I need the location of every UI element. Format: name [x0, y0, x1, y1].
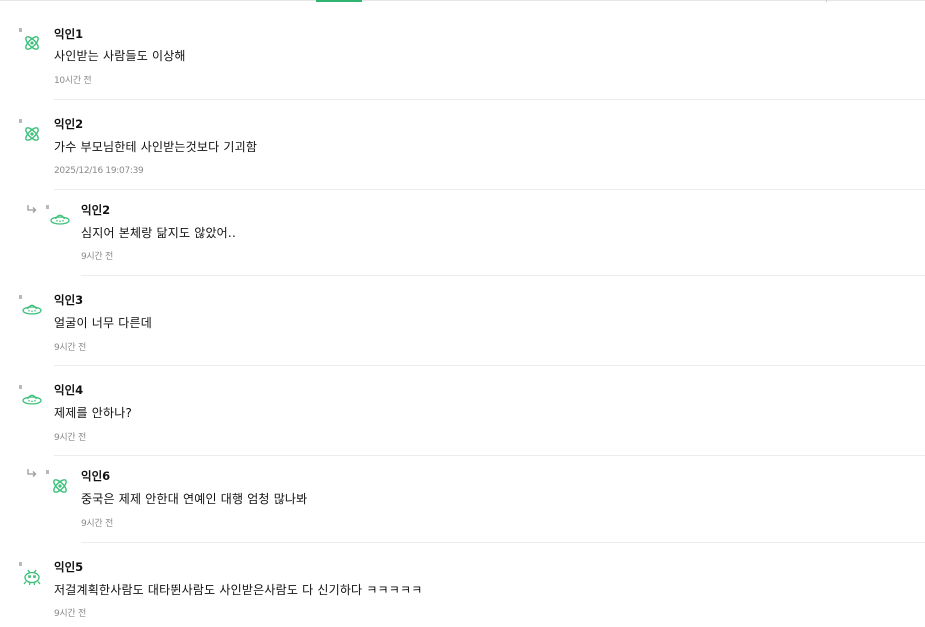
comment-text: 저걸계획한사람도 대타뛴사람도 사인받은사람도 다 신기하다 ㅋㅋㅋㅋㅋ: [54, 583, 423, 597]
comment-divider: [54, 99, 925, 100]
comment-text: 중국은 제제 안한대 연예인 대행 엄청 많나봐: [81, 492, 308, 506]
comment-time: 9시간 전: [54, 609, 86, 619]
comment-time: 9시간 전: [81, 519, 113, 529]
comment-text: 심지어 본체랑 닮지도 않았어..: [81, 226, 236, 240]
ufo-icon: [49, 208, 71, 230]
atom-icon: [21, 123, 43, 145]
reply-arrow-icon: [26, 468, 38, 478]
comment-divider: [81, 542, 925, 543]
comment-text: 가수 부모님한테 사인받는것보다 기괴함: [54, 140, 258, 154]
ufo-icon: [21, 298, 43, 320]
comment-text: 얼굴이 너무 다른데: [54, 316, 152, 330]
active-tab-indicator[interactable]: [316, 0, 362, 2]
comment-author[interactable]: 익인4: [54, 383, 83, 397]
comment-page: 익인1 사인받는 사람들도 이상해 10시간 전 익인2 가수 부모님한테 사인…: [0, 0, 925, 627]
comment-divider: [54, 365, 925, 366]
comment-author[interactable]: 익인5: [54, 560, 83, 574]
comment-author[interactable]: 익인2: [54, 117, 83, 131]
comment-time: 9시간 전: [81, 252, 113, 262]
comment-time: 9시간 전: [54, 343, 86, 353]
atom-icon: [49, 475, 71, 497]
comment-author[interactable]: 익인6: [81, 469, 110, 483]
top-border: [0, 0, 925, 1]
reply-arrow-icon: [26, 204, 38, 214]
comment-text: 제제를 안하나?: [54, 406, 133, 420]
comment-divider: [81, 275, 925, 276]
comment-marker: [46, 470, 49, 474]
comment-author[interactable]: 익인2: [81, 203, 110, 217]
top-corner-mark: [826, 0, 827, 2]
comment-author[interactable]: 익인3: [54, 293, 83, 307]
atom-icon: [21, 32, 43, 54]
comment-divider: [54, 189, 925, 190]
comment-time: 9시간 전: [54, 433, 86, 443]
comment-text: 사인받는 사람들도 이상해: [54, 49, 186, 63]
alien-icon: [21, 565, 43, 587]
comment-divider: [54, 455, 925, 456]
ufo-icon: [21, 388, 43, 410]
comment-time: 2025/12/16 19:07:39: [54, 166, 144, 176]
comment-author[interactable]: 익인1: [54, 27, 83, 41]
comment-time: 10시간 전: [54, 76, 92, 86]
